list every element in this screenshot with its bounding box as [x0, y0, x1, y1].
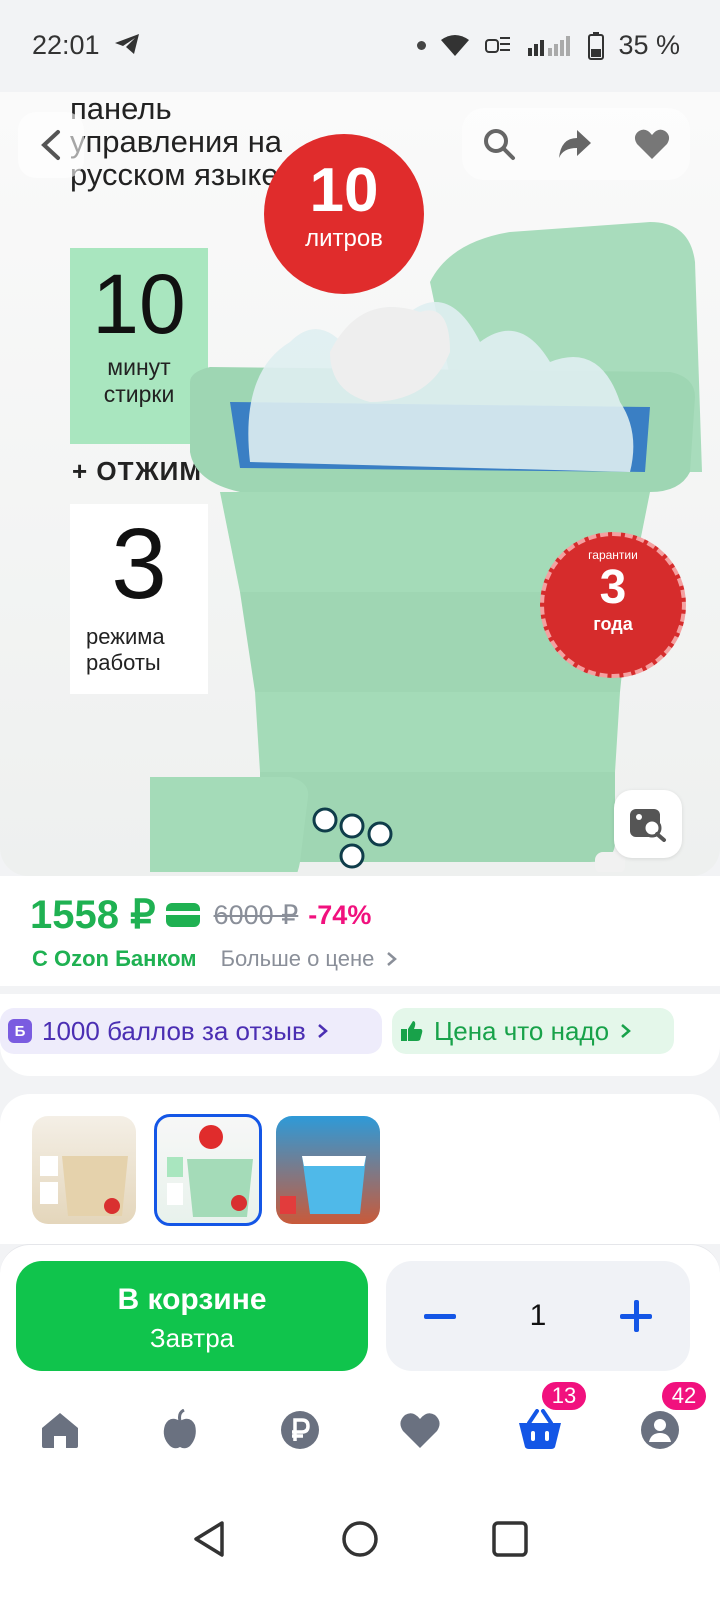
buy-bar: В корзине Завтра 1 — [0, 1244, 720, 1378]
share-icon[interactable] — [555, 126, 595, 162]
profile-count-badge: 42 — [660, 1380, 708, 1412]
beige-machine-thumbnail — [40, 1156, 128, 1216]
image-actions — [462, 108, 690, 180]
capacity-badge: 10 литров — [264, 134, 424, 294]
system-navigation — [0, 1478, 720, 1600]
nav-profile[interactable]: 42 — [630, 1380, 708, 1460]
price-panel: 1558 ₽ 6000 ₽ -74% С Ozon Банком Больше … — [0, 876, 720, 986]
battery-icon — [588, 31, 605, 60]
good-price-chip[interactable]: Цена что надо — [392, 1008, 674, 1054]
ruble-icon — [281, 1411, 319, 1449]
in-cart-button[interactable]: В корзине Завтра — [16, 1261, 368, 1371]
nav-fresh[interactable] — [150, 1400, 210, 1460]
back-button[interactable] — [18, 112, 84, 178]
battery-level: 35 % — [618, 30, 680, 60]
heart-icon[interactable] — [633, 126, 671, 162]
thumbs-up-icon — [401, 1021, 423, 1041]
bank-row: С Ozon Банком Больше о цене — [32, 946, 399, 972]
home-icon — [42, 1413, 78, 1448]
recents-square-icon[interactable] — [490, 1519, 530, 1559]
apple-icon — [163, 1409, 196, 1449]
nav-favorites[interactable] — [390, 1400, 450, 1460]
wifi-icon — [441, 34, 470, 56]
call-icon — [485, 36, 511, 53]
bottom-navigation: 13 42 — [0, 1378, 720, 1478]
heart-icon — [400, 1413, 440, 1448]
more-about-price-link[interactable]: Больше о цене — [221, 946, 399, 972]
thumbnail-beige[interactable] — [32, 1116, 136, 1224]
ozon-card-icon — [165, 903, 200, 927]
ozon-bank-label: С Ozon Банком — [32, 946, 197, 971]
plus-icon[interactable] — [618, 1298, 654, 1334]
status-bar: 22:01 35 % — [0, 0, 720, 92]
nav-home[interactable] — [30, 1400, 90, 1460]
cart-count-badge: 13 — [540, 1380, 588, 1412]
minus-icon[interactable] — [422, 1298, 458, 1334]
quantity-stepper: 1 — [386, 1261, 690, 1371]
nav-finance[interactable] — [270, 1400, 330, 1460]
green-machine-thumbnail — [167, 1125, 253, 1217]
status-time: 22:01 — [32, 30, 141, 61]
warranty-badge: гарантии 3 года — [540, 532, 686, 678]
chips-panel: Б 1000 баллов за отзыв Цена что надо — [0, 994, 720, 1076]
chevron-right-icon — [317, 1024, 328, 1038]
points-for-review-chip[interactable]: Б 1000 баллов за отзыв — [0, 1008, 382, 1054]
thumbnail-green-selected[interactable] — [154, 1114, 262, 1226]
thumbnail-blue[interactable] — [276, 1116, 380, 1224]
old-price: 6000 ₽ — [213, 899, 299, 930]
signal-icon — [528, 35, 571, 56]
nav-cart[interactable]: 13 — [510, 1380, 588, 1460]
blue-bucket-thumbnail — [280, 1156, 366, 1214]
back-triangle-icon[interactable] — [190, 1519, 230, 1559]
cart-basket-icon — [519, 1409, 561, 1449]
notification-dot-icon — [417, 41, 427, 50]
status-icons: 35 % — [417, 30, 680, 61]
quantity-value: 1 — [529, 1299, 547, 1332]
washing-machine-illustration — [150, 222, 702, 872]
current-price: 1558 ₽ — [30, 893, 156, 937]
image-search-icon — [630, 809, 666, 842]
product-image[interactable]: панель управления на русском языке 10 ми… — [0, 92, 720, 876]
points-badge: Б — [8, 1019, 32, 1043]
chevron-left-icon — [41, 130, 60, 160]
search-icon[interactable] — [481, 126, 517, 162]
home-circle-icon[interactable] — [340, 1519, 380, 1559]
visual-search-button[interactable] — [614, 790, 682, 858]
chevron-right-icon — [386, 952, 397, 966]
price-row: 1558 ₽ 6000 ₽ -74% — [30, 892, 371, 938]
telegram-icon — [115, 34, 140, 54]
profile-icon — [641, 1411, 679, 1449]
discount-label: -74% — [308, 899, 372, 930]
chevron-right-icon — [621, 1024, 631, 1038]
thumbnails — [0, 1094, 720, 1244]
